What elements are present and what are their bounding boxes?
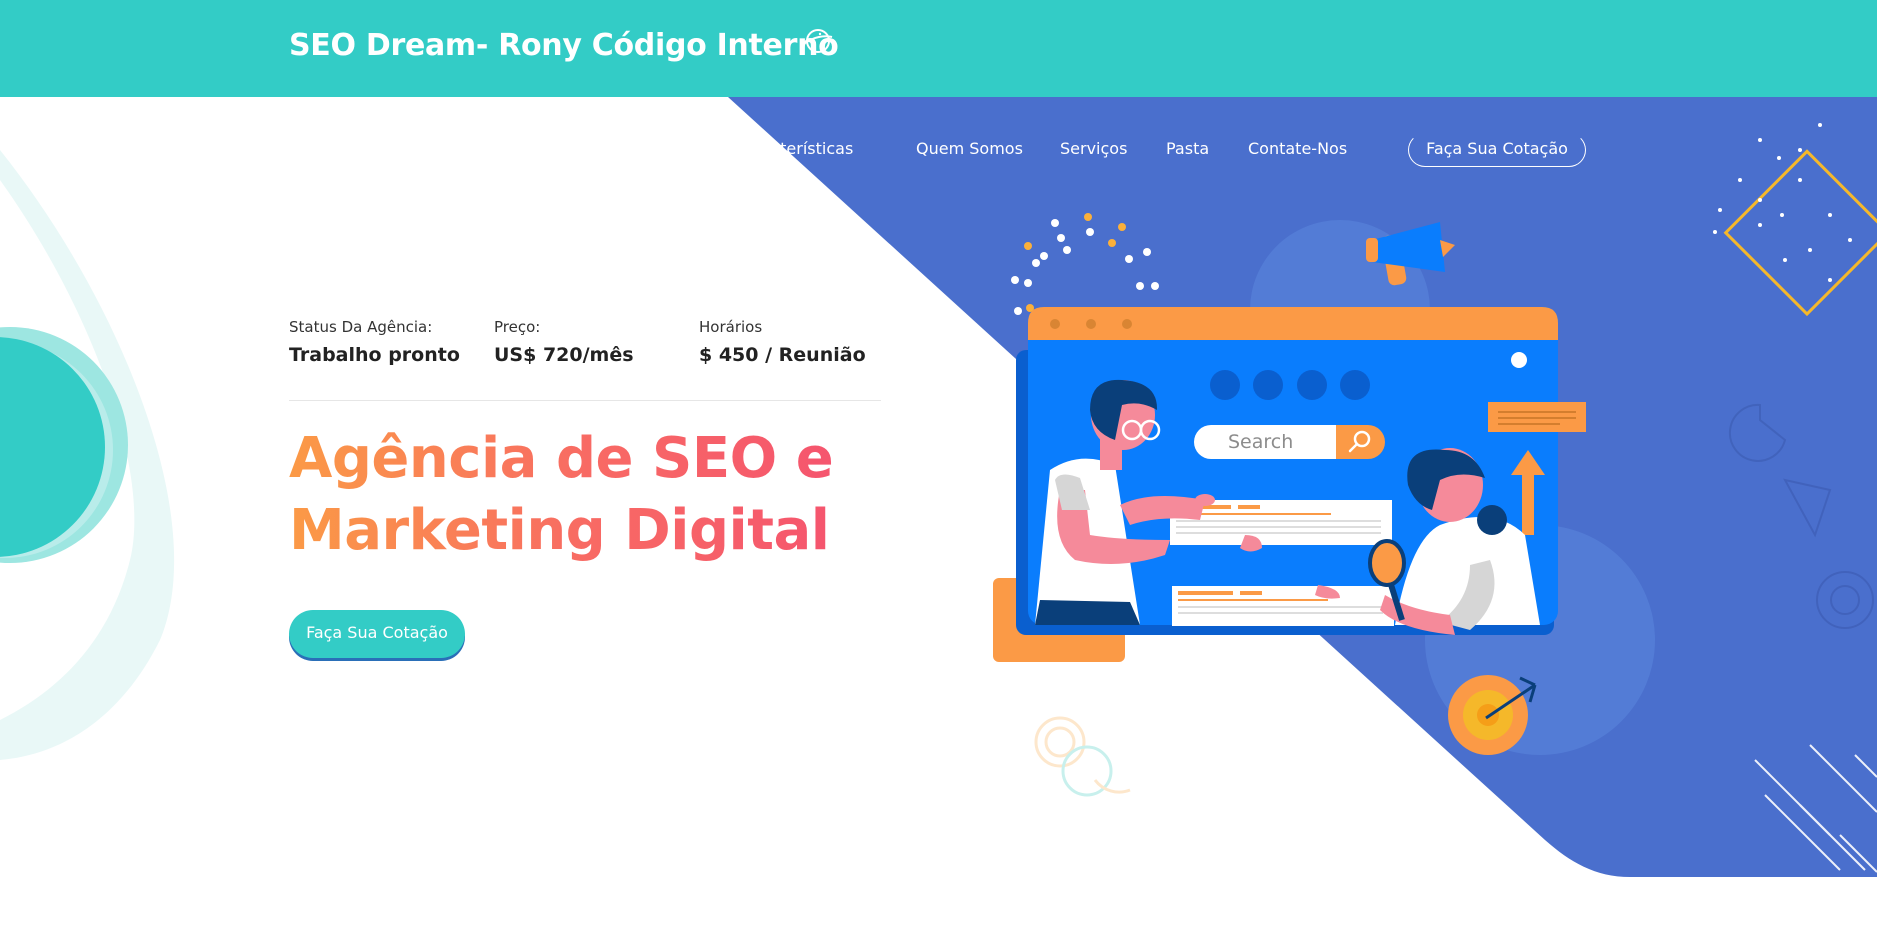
stat-value: US$ 720/mês	[494, 344, 634, 366]
nav-item-quem-somos[interactable]: Quem Somos	[916, 136, 1023, 176]
stat-price: Preço: US$ 720/mês	[494, 318, 634, 366]
stat-label: Horários	[699, 318, 763, 336]
browser-titlebar	[1028, 307, 1558, 340]
stat-value: $ 450 / Reunião	[699, 344, 866, 366]
seo-illustration	[993, 213, 1586, 755]
stat-hours: Horários $ 450 / Reunião	[699, 318, 866, 366]
top-bar: SEO Dream- Rony Código Interno	[0, 0, 1877, 97]
megaphone-icon	[1366, 222, 1455, 286]
nav-item-pasta[interactable]: Pasta	[1166, 136, 1209, 176]
headline-line-1: Agência de SEO e	[289, 423, 834, 495]
target-icon	[1448, 675, 1537, 755]
headline-line-2: Marketing Digital	[289, 495, 833, 567]
stat-label: Preço:	[494, 318, 541, 336]
search-icon	[1348, 430, 1371, 453]
nav-item-servicos[interactable]: Serviços	[1060, 136, 1127, 176]
hero-background	[0, 97, 1877, 877]
illustration-search-button	[1336, 425, 1385, 459]
stat-status: Status Da Agência: Trabalho pronto	[289, 318, 460, 366]
stat-label: Status Da Agência:	[289, 318, 433, 336]
nav-item-contate-nos[interactable]: Contate-Nos	[1248, 136, 1347, 176]
illustration-search-input: Search	[1194, 425, 1336, 459]
stat-value: Trabalho pronto	[289, 344, 460, 366]
nav-quote-button[interactable]: Faça Sua Cotação	[1408, 133, 1586, 167]
hero-quote-button[interactable]: Faça Sua Cotação	[289, 610, 465, 658]
brand-title[interactable]: SEO Dream- Rony Código Interno	[289, 28, 839, 63]
result-card-bottom	[1172, 586, 1394, 626]
nav-item-caracteristicas[interactable]: Características	[760, 136, 853, 166]
confetti-dots	[1011, 213, 1159, 315]
hero-headline: Agência de SEO e Marketing Digital	[289, 423, 834, 567]
planet-doodle-icon	[804, 29, 833, 53]
stats-divider	[289, 400, 881, 401]
